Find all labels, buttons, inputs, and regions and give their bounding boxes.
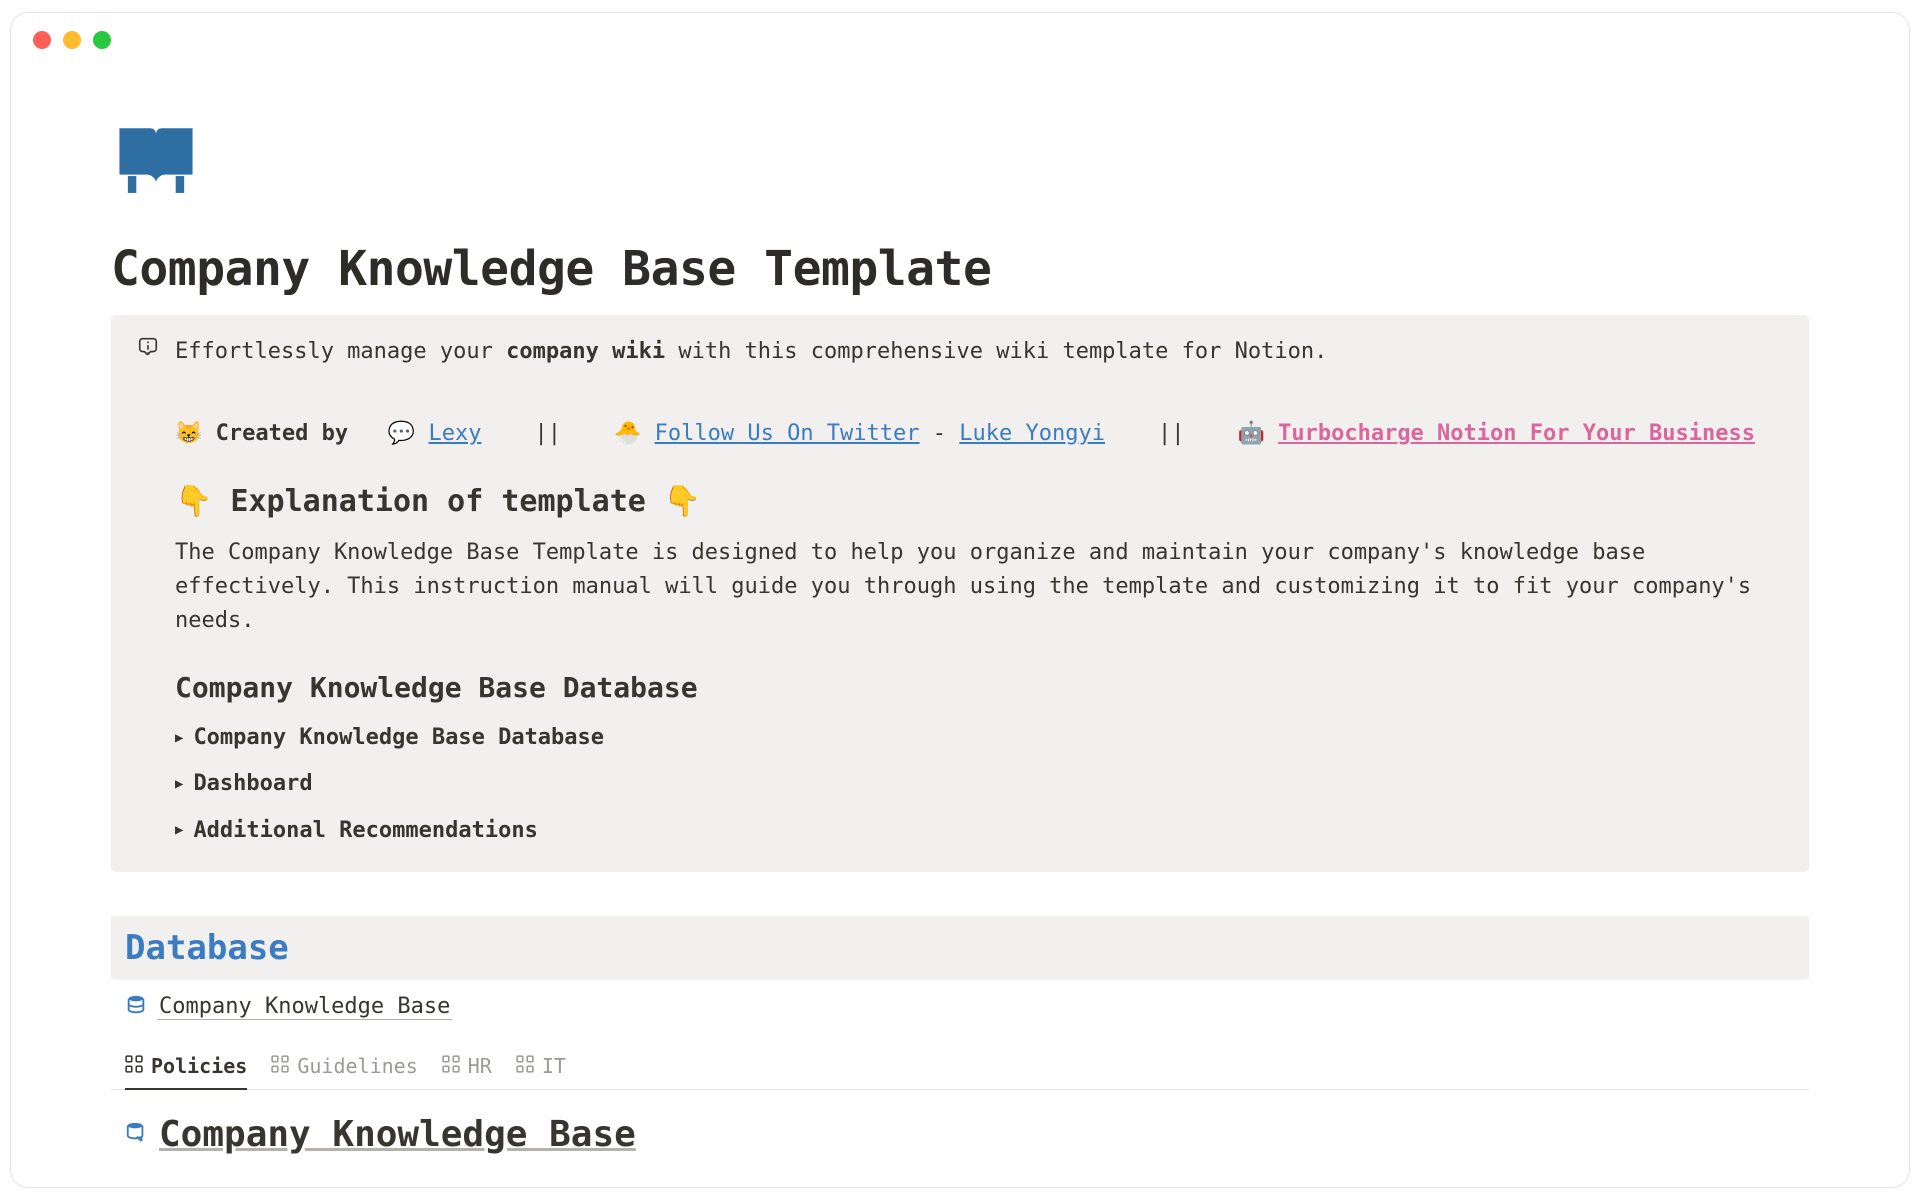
- database-subheading: Company Knowledge Base Database: [175, 666, 1785, 709]
- page-content: Company Knowledge Base Template Effortle…: [11, 67, 1909, 1155]
- info-icon: [135, 335, 161, 848]
- separator: ||: [1158, 421, 1185, 446]
- app-window: Company Knowledge Base Template Effortle…: [10, 12, 1910, 1188]
- tab-it[interactable]: IT: [516, 1054, 566, 1089]
- tab-label: IT: [542, 1054, 566, 1078]
- explanation-heading: 👇 Explanation of template 👇: [175, 479, 1785, 526]
- toggle-label: Dashboard: [193, 767, 312, 801]
- speech-emoji-icon: 💬: [388, 421, 415, 446]
- chevron-right-icon: ▶: [175, 774, 183, 796]
- toggle-item[interactable]: ▶ Additional Recommendations: [175, 814, 1785, 848]
- lexy-link[interactable]: Lexy: [429, 421, 482, 446]
- credits-line: 😸 Created by 💬 Lexy || 🐣 Follow Us On Tw…: [175, 417, 1785, 451]
- database-heading-block: Database: [111, 916, 1809, 980]
- database-tabs: Policies Guidelines HR IT: [111, 1054, 1809, 1090]
- database-title-row[interactable]: Company Knowledge Base: [111, 1114, 1809, 1155]
- point-down-icon: 👇: [175, 484, 212, 519]
- database-arrow-icon: [125, 1121, 147, 1147]
- bird-emoji-icon: 🐣: [614, 421, 641, 446]
- tab-label: Policies: [151, 1054, 247, 1078]
- callout-block: Effortlessly manage your company wiki wi…: [111, 315, 1809, 872]
- robot-emoji-icon: 🤖: [1237, 421, 1264, 446]
- tab-guidelines[interactable]: Guidelines: [271, 1054, 417, 1089]
- page-title: Company Knowledge Base Template: [111, 241, 1809, 297]
- toggle-label: Additional Recommendations: [193, 814, 537, 848]
- explanation-heading-text: Explanation of template: [230, 484, 645, 519]
- explanation-body: The Company Knowledge Base Template is d…: [175, 536, 1785, 638]
- intro-text: Effortlessly manage your company wiki wi…: [175, 335, 1785, 369]
- database-heading: Database: [125, 928, 1795, 968]
- close-icon[interactable]: [33, 31, 51, 49]
- intro-pre: Effortlessly manage your: [175, 339, 506, 364]
- toggle-label: Company Knowledge Base Database: [193, 721, 604, 755]
- separator: ||: [534, 421, 561, 446]
- database-link-row[interactable]: Company Knowledge Base: [111, 994, 1809, 1020]
- chevron-right-icon: ▶: [175, 820, 183, 842]
- toggle-item[interactable]: ▶ Company Knowledge Base Database: [175, 721, 1785, 755]
- twitter-link[interactable]: Follow Us On Twitter: [655, 421, 920, 446]
- database-link-text: Company Knowledge Base: [157, 994, 452, 1020]
- intro-post: with this comprehensive wiki template fo…: [665, 339, 1327, 364]
- tab-label: HR: [468, 1054, 492, 1078]
- maximize-icon[interactable]: [93, 31, 111, 49]
- created-by-label: Created by: [216, 421, 348, 446]
- point-down-icon: 👇: [664, 484, 701, 519]
- cat-emoji-icon: 😸: [175, 421, 202, 446]
- minimize-icon[interactable]: [63, 31, 81, 49]
- database-title: Company Knowledge Base: [159, 1114, 636, 1155]
- tab-hr[interactable]: HR: [442, 1054, 492, 1089]
- database-icon: [125, 994, 147, 1020]
- chevron-right-icon: ▶: [175, 728, 183, 750]
- book-icon: [111, 117, 1809, 211]
- intro-bold: company wiki: [506, 339, 665, 364]
- grid-icon: [516, 1054, 534, 1078]
- grid-icon: [125, 1054, 143, 1078]
- toggle-item[interactable]: ▶ Dashboard: [175, 767, 1785, 801]
- dash: -: [920, 421, 960, 446]
- turbocharge-link[interactable]: Turbocharge Notion For Your Business: [1278, 421, 1755, 446]
- grid-icon: [271, 1054, 289, 1078]
- window-title-bar: [11, 13, 1909, 67]
- luke-link[interactable]: Luke Yongyi: [959, 421, 1105, 446]
- grid-icon: [442, 1054, 460, 1078]
- tab-label: Guidelines: [297, 1054, 417, 1078]
- tab-policies[interactable]: Policies: [125, 1054, 247, 1090]
